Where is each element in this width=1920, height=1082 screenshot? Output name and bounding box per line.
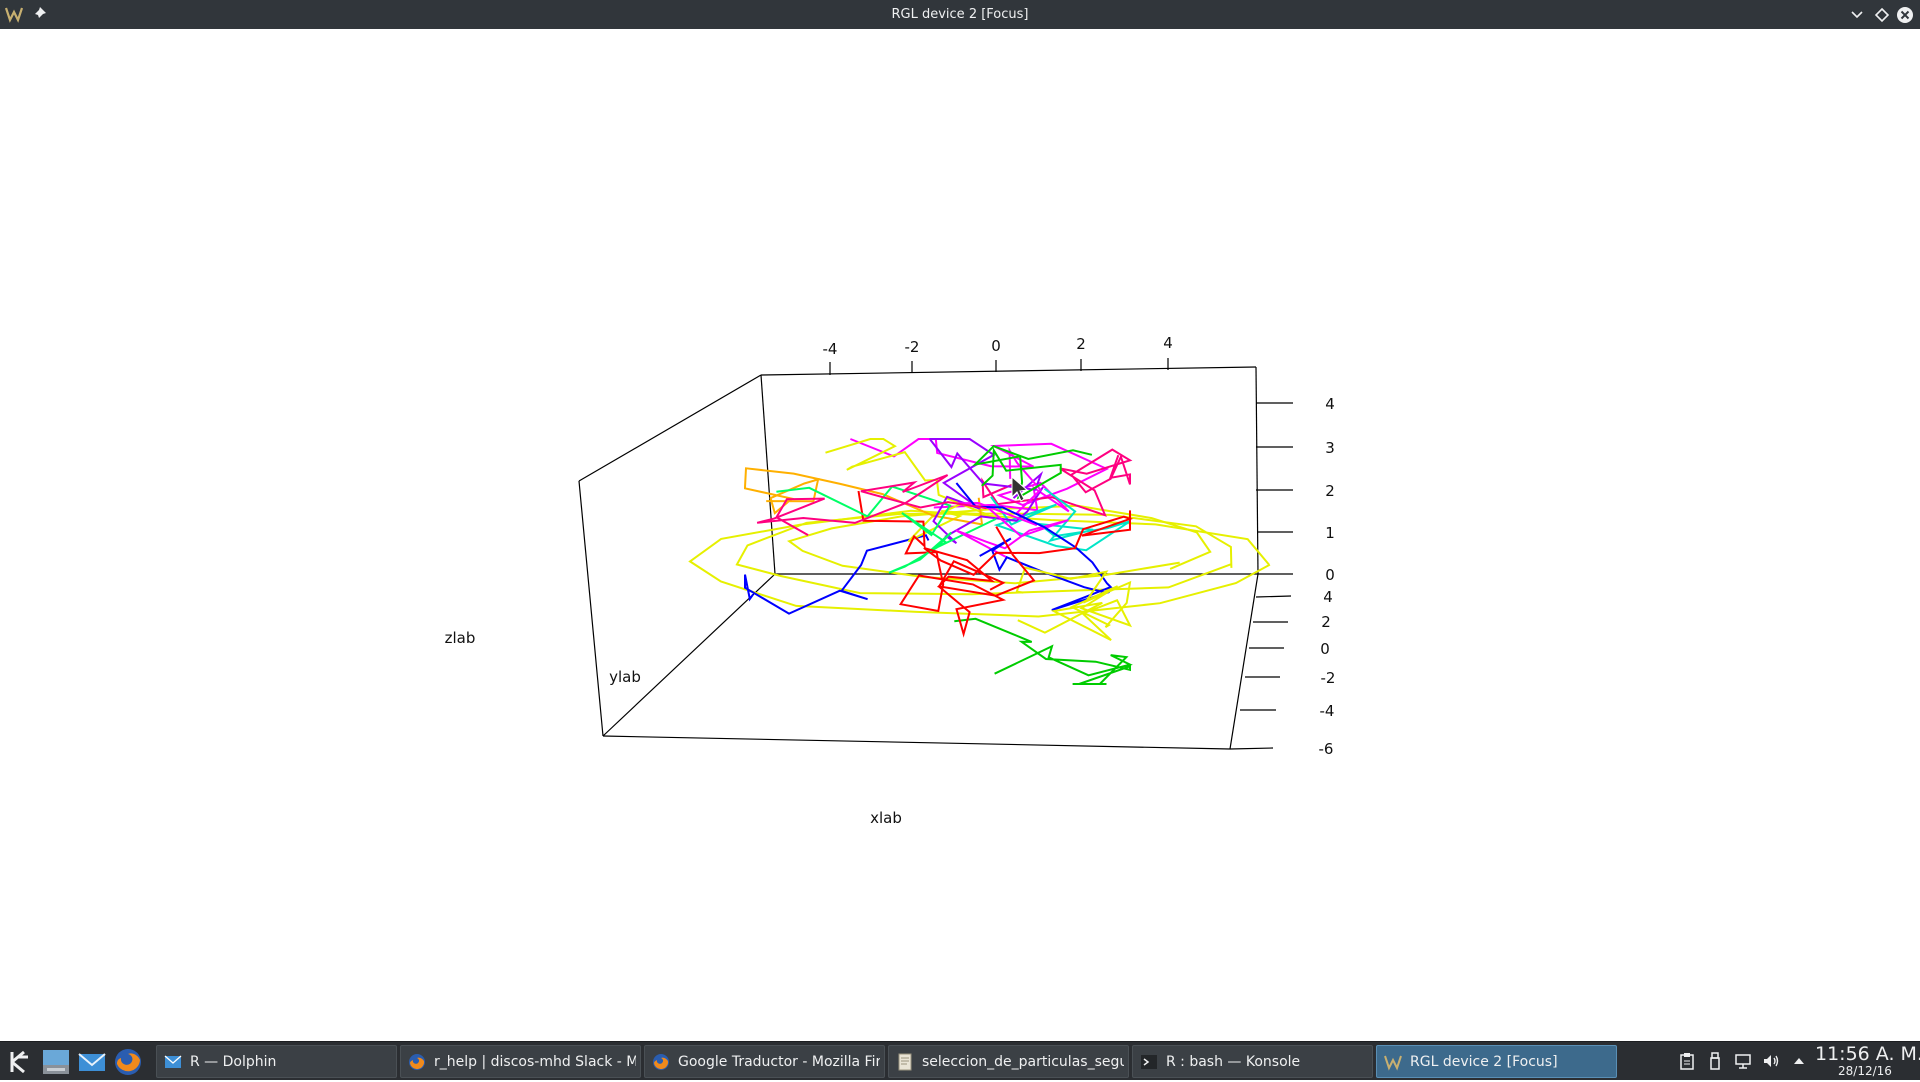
y-tick-label: 2: [1321, 613, 1331, 631]
x-tick-label: -2: [905, 338, 920, 356]
y-axis-label: ylab: [609, 668, 641, 686]
task-label: R : bash — Konsole: [1166, 1054, 1301, 1070]
kde-menu-icon[interactable]: [4, 1046, 36, 1078]
taskbar: R — Dolphin r_help | discos-mhd Slack - …: [0, 1041, 1920, 1080]
rgl-icon: [1384, 1053, 1402, 1071]
network-icon[interactable]: [1734, 1052, 1752, 1070]
x-tick-label: 4: [1163, 334, 1173, 352]
box-left-top-edge: [578, 374, 762, 482]
box-floor-right-edge: [1229, 573, 1259, 750]
x-tick-label: -4: [823, 340, 838, 358]
task-konsole[interactable]: R : bash — Konsole: [1132, 1045, 1373, 1078]
task-document[interactable]: seleccion_de_particulas_segun: [888, 1045, 1129, 1078]
volume-icon[interactable]: [1762, 1052, 1780, 1070]
particle-trajectory: [954, 617, 1133, 685]
clock-date[interactable]: 28/12/16: [1838, 1064, 1892, 1078]
clock-time[interactable]: 11:56 A. M.: [1815, 1043, 1920, 1065]
y-tick-label: -4: [1320, 702, 1335, 720]
box-back-top-edge: [760, 366, 1257, 376]
clipboard-icon[interactable]: [1678, 1052, 1696, 1070]
x-tick-label: 2: [1076, 335, 1086, 353]
task-firefox-translate[interactable]: Google Traductor - Mozilla Firefox: [644, 1045, 885, 1078]
z-tick-label: 0: [1325, 566, 1335, 584]
z-tick-label: 3: [1325, 439, 1335, 457]
mail-icon[interactable]: [76, 1046, 108, 1078]
task-dolphin[interactable]: R — Dolphin: [156, 1045, 397, 1078]
trajectory-lines: [688, 438, 1271, 685]
box-front-bottom-edge: [602, 735, 1231, 750]
firefox-icon: [652, 1053, 670, 1071]
z-axis-ticks: [1256, 402, 1293, 575]
rgl-canvas[interactable]: -4 -2 0 2 4 4 3 2 1 0 4 2 0 -2 -4 -6 zla…: [0, 29, 1920, 1041]
box-left-vertical-edge: [578, 480, 604, 737]
y-tick-label: 4: [1323, 588, 1333, 606]
box-back-left-edge: [760, 374, 776, 575]
y-tick-label: -6: [1319, 740, 1334, 758]
z-tick-label: 2: [1325, 482, 1335, 500]
y-tick-label: 0: [1320, 640, 1330, 658]
window-title: RGL device 2 [Focus]: [891, 7, 1029, 22]
task-label: RGL device 2 [Focus]: [1410, 1054, 1558, 1070]
task-firefox-slack[interactable]: r_help | discos-mhd Slack - Mozilla Fire…: [400, 1045, 641, 1078]
window-titlebar[interactable]: RGL device 2 [Focus]: [0, 0, 1920, 29]
y-tick-label: -2: [1321, 669, 1336, 687]
z-tick-label: 1: [1325, 524, 1335, 542]
expand-arrow-icon[interactable]: [1790, 1052, 1808, 1070]
task-label: R — Dolphin: [190, 1054, 277, 1070]
document-icon: [896, 1053, 914, 1071]
minimize-button[interactable]: [1848, 6, 1866, 24]
file-manager-icon[interactable]: [40, 1046, 72, 1078]
x-axis-label: xlab: [870, 809, 902, 827]
maximize-button[interactable]: [1873, 6, 1891, 24]
z-axis-label: zlab: [445, 629, 476, 647]
firefox-icon[interactable]: [112, 1046, 144, 1078]
x-tick-label: 0: [991, 337, 1001, 355]
rgl-3d-plot[interactable]: -4 -2 0 2 4 4 3 2 1 0 4 2 0 -2 -4 -6 zla…: [0, 29, 1920, 1041]
task-label: r_help | discos-mhd Slack - Mozilla Fire…: [434, 1054, 636, 1070]
z-tick-label: 4: [1325, 395, 1335, 413]
task-label: Google Traductor - Mozilla Firefox: [678, 1054, 880, 1070]
task-rgl-device[interactable]: RGL device 2 [Focus]: [1376, 1045, 1617, 1078]
dolphin-icon: [164, 1053, 182, 1071]
y-axis-ticks: [1229, 595, 1292, 750]
usb-device-icon[interactable]: [1706, 1052, 1724, 1070]
task-label: seleccion_de_particulas_segun: [922, 1054, 1124, 1070]
x-axis-ticks: [829, 358, 1169, 375]
terminal-icon: [1140, 1053, 1158, 1071]
firefox-icon: [408, 1053, 426, 1071]
box-back-right-edge: [1255, 366, 1259, 575]
particle-trajectory: [756, 474, 987, 536]
close-button[interactable]: [1896, 6, 1914, 24]
